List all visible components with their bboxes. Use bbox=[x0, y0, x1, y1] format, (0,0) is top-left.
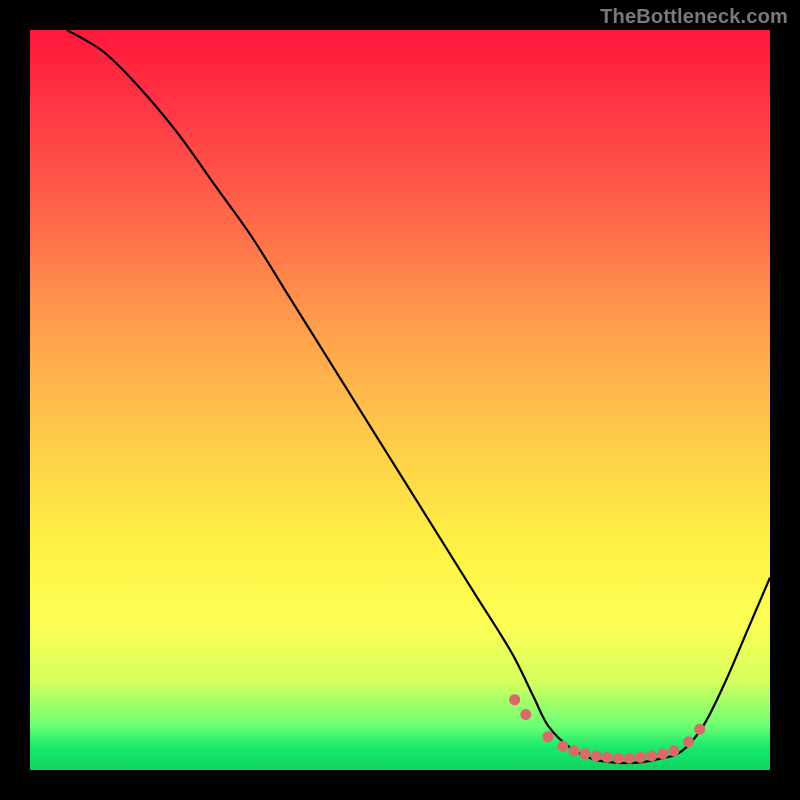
highlight-dot bbox=[520, 709, 531, 720]
highlight-dot bbox=[580, 748, 591, 759]
highlight-dot bbox=[543, 731, 554, 742]
highlight-dots-group bbox=[509, 694, 705, 764]
highlight-dot bbox=[602, 752, 613, 763]
highlight-dot bbox=[668, 745, 679, 756]
attribution-label: TheBottleneck.com bbox=[600, 6, 788, 29]
bottleneck-curve-path bbox=[67, 30, 770, 763]
bottleneck-chart: TheBottleneck.com bbox=[0, 0, 800, 800]
highlight-dot bbox=[694, 724, 705, 735]
highlight-dot bbox=[646, 750, 657, 761]
highlight-dot bbox=[624, 753, 635, 764]
highlight-dot bbox=[683, 736, 694, 747]
highlight-dot bbox=[568, 745, 579, 756]
highlight-dot bbox=[591, 750, 602, 761]
plot-area bbox=[30, 30, 770, 770]
highlight-dot bbox=[657, 748, 668, 759]
highlight-dot bbox=[635, 752, 646, 763]
highlight-dot bbox=[613, 753, 624, 764]
highlight-dot bbox=[557, 741, 568, 752]
highlight-dot bbox=[509, 694, 520, 705]
curve-svg bbox=[30, 30, 770, 770]
